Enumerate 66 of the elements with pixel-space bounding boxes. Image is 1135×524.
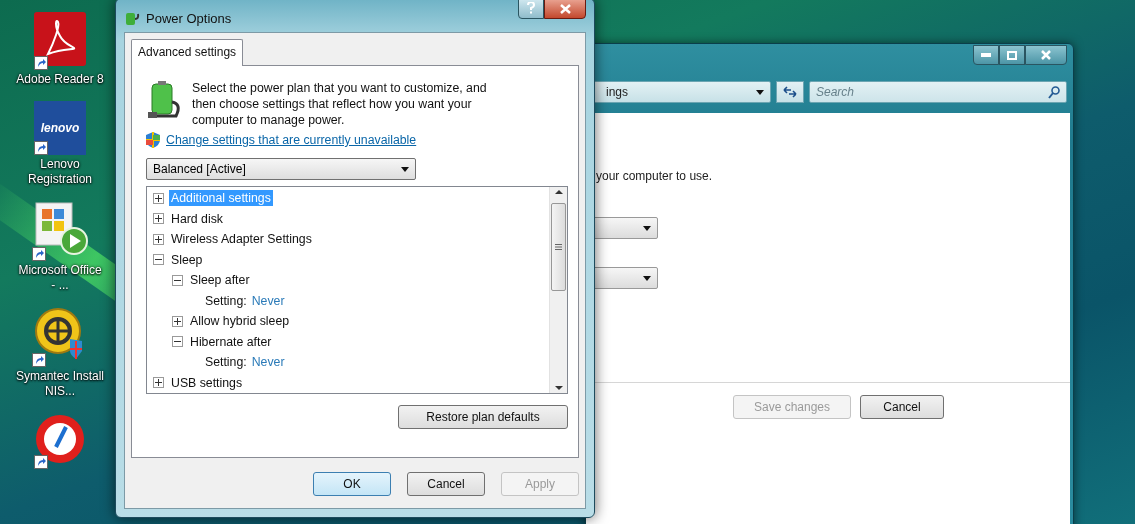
tree-item[interactable]: USB settings: [169, 374, 245, 391]
office-install-icon[interactable]: [32, 201, 88, 257]
expand-icon[interactable]: [153, 192, 164, 204]
battery-plug-icon: [124, 10, 140, 26]
scrollbar[interactable]: [549, 187, 567, 393]
setting-label: Setting:: [205, 355, 247, 370]
tab[interactable]: Advanced settings: [131, 39, 244, 66]
tree-item[interactable]: Hard disk: [169, 210, 225, 227]
description-text: Select the power plan that you want to customize, and then choose settings that reflect how you want your computer to manage power.: [192, 80, 488, 128]
dropdown-caret-icon: [643, 225, 651, 231]
battery-plug-icon: [146, 80, 182, 120]
close-icon: [1041, 50, 1051, 60]
shield-icon: [146, 132, 160, 148]
dropdown-caret-icon: [643, 275, 651, 281]
help-button[interactable]: [518, 0, 544, 19]
collapse-icon[interactable]: [153, 254, 164, 266]
cancel-button[interactable]: Cancel: [407, 472, 485, 496]
address-text: ings: [606, 85, 628, 99]
search-box[interactable]: Search: [809, 81, 1067, 103]
instruction-text: your computer to use.: [596, 169, 714, 183]
speed-gauge-icon[interactable]: [34, 413, 86, 465]
help-icon: [527, 1, 535, 14]
plan-value: Balanced [Active]: [153, 162, 246, 176]
scroll-down-icon[interactable]: [554, 383, 563, 393]
desktop-icon-label[interactable]: Lenovo Registration: [15, 157, 105, 187]
desktop-icon-label[interactable]: Symantec Install NIS...: [15, 369, 105, 399]
expand-icon[interactable]: [172, 315, 183, 327]
expand-icon[interactable]: [153, 377, 164, 389]
close-button[interactable]: [1025, 45, 1067, 65]
search-icon: [1048, 85, 1060, 99]
tree-item[interactable]: Hibernate after: [188, 333, 274, 350]
maximize-button[interactable]: [999, 45, 1025, 65]
tree-item[interactable]: Wireless Adapter Settings: [169, 231, 314, 248]
scroll-thumb[interactable]: [551, 203, 566, 291]
close-button[interactable]: [544, 0, 586, 19]
collapse-icon[interactable]: [172, 336, 183, 348]
expand-icon[interactable]: [153, 233, 164, 245]
lenovo-logo-icon[interactable]: lenovo: [34, 101, 86, 155]
search-field[interactable]: Search: [816, 85, 1048, 99]
collapse-icon[interactable]: [172, 274, 183, 286]
setting-value[interactable]: Never: [251, 293, 285, 308]
setting-label: Setting:: [205, 293, 247, 308]
pdf-document-icon[interactable]: [34, 12, 86, 66]
window-title: Power Options: [146, 10, 232, 26]
close-icon: [559, 4, 571, 14]
refresh-button[interactable]: [776, 81, 804, 103]
plan-dropdown[interactable]: Balanced [Active]: [146, 158, 416, 180]
dropdown-caret-icon: [756, 89, 764, 95]
setting-value[interactable]: Never: [251, 355, 285, 370]
tree-item[interactable]: Sleep after: [188, 272, 252, 289]
scroll-up-icon[interactable]: [554, 187, 563, 197]
ok-button[interactable]: OK: [313, 472, 391, 496]
change-settings-link[interactable]: Change settings that are currently unavailable: [166, 133, 417, 147]
desktop-icon-label[interactable]: Adobe Reader 8: [15, 72, 105, 87]
tree-item[interactable]: Allow hybrid sleep: [188, 313, 292, 330]
expand-icon[interactable]: [153, 213, 164, 225]
maximize-icon: [1007, 50, 1017, 60]
tree-item[interactable]: Sleep: [169, 251, 205, 268]
dropdown-caret-icon: [401, 166, 409, 172]
refresh-arrows-icon: [783, 86, 797, 98]
restore-defaults-button[interactable]: Restore plan defaults: [398, 405, 568, 429]
desktop-icon-label[interactable]: Microsoft Office - ...: [15, 263, 105, 293]
logo-text: lenovo: [40, 121, 80, 135]
minimize-icon: [981, 53, 991, 57]
cancel-button[interactable]: Cancel: [860, 395, 944, 419]
minimize-button[interactable]: [973, 45, 999, 65]
